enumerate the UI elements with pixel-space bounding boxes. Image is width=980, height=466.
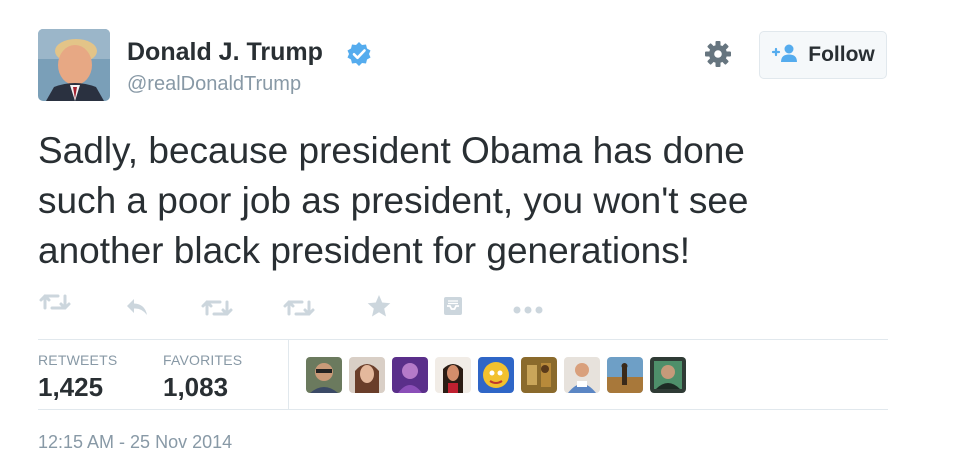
follow-button-label: Follow xyxy=(808,43,875,66)
tweet-actions-bar xyxy=(38,290,638,322)
inbox-icon[interactable] xyxy=(442,295,464,322)
stats-bottom-divider xyxy=(38,409,888,410)
reply-icon[interactable] xyxy=(124,296,150,323)
engager-avatar[interactable] xyxy=(650,357,686,393)
retweets-label[interactable]: RETWEETS xyxy=(38,352,117,368)
author-handle[interactable]: @realDonaldTrump xyxy=(127,73,301,96)
follow-button[interactable]: Follow xyxy=(759,31,887,79)
favorites-count[interactable]: 1,083 xyxy=(163,372,228,403)
verified-badge-icon xyxy=(346,41,372,72)
engager-avatar[interactable] xyxy=(564,357,600,393)
engager-avatar[interactable] xyxy=(435,357,471,393)
stats-vertical-divider xyxy=(288,340,289,410)
tweet-text: Sadly, because president Obama has done … xyxy=(38,130,749,271)
author-avatar[interactable] xyxy=(38,29,110,101)
favorites-label[interactable]: FAVORITES xyxy=(163,352,242,368)
tweet-timestamp[interactable]: 12:15 AM - 25 Nov 2014 xyxy=(38,432,232,453)
engager-avatar[interactable] xyxy=(306,357,342,393)
favorite-star-icon[interactable] xyxy=(366,293,392,324)
retweet-icon[interactable] xyxy=(282,296,316,325)
engager-avatar[interactable] xyxy=(392,357,428,393)
retweets-count[interactable]: 1,425 xyxy=(38,372,103,403)
engager-avatar[interactable] xyxy=(478,357,514,393)
follow-person-plus-icon xyxy=(771,43,799,68)
engager-avatar[interactable] xyxy=(521,357,557,393)
more-dots-icon[interactable] xyxy=(512,302,544,320)
tweet-stats: RETWEETS 1,425 FAVORITES 1,083 xyxy=(38,340,888,410)
gear-icon[interactable] xyxy=(703,39,733,69)
retweet-icon[interactable] xyxy=(200,296,234,325)
retweet-icon[interactable] xyxy=(38,290,72,319)
engager-avatar[interactable] xyxy=(349,357,385,393)
author-name[interactable]: Donald J. Trump xyxy=(127,38,323,67)
engager-avatar[interactable] xyxy=(607,357,643,393)
